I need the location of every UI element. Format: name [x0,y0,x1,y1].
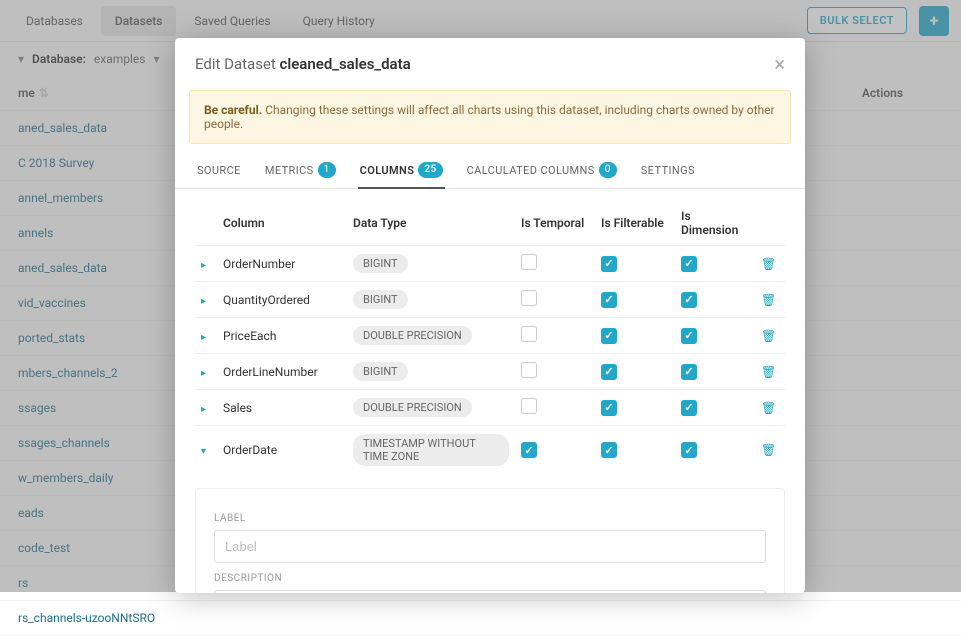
is-temporal-checkbox[interactable] [521,326,537,342]
tab-label: COLUMNS [360,164,415,177]
trash-icon[interactable]: 🗑 [761,329,776,343]
modal-title-name: cleaned_sales_data [280,55,411,73]
is-temporal-checkbox[interactable] [521,398,537,414]
tab-label: CALCULATED COLUMNS [467,164,595,177]
is-temporal-checkbox[interactable] [521,254,537,270]
is-filterable-checkbox[interactable] [601,400,617,416]
column-row: ▸ QuantityOrdered BIGINT 🗑 [195,282,785,318]
is-dimension-checkbox[interactable] [681,328,697,344]
column-name: QuantityOrdered [217,282,347,318]
caret-right-icon[interactable]: ▸ [201,404,211,415]
data-type-pill: BIGINT [353,254,408,273]
alert-text: Changing these settings will affect all … [204,103,775,131]
column-row: ▸ OrderNumber BIGINT 🗑 [195,246,785,282]
th-temporal: Is Temporal [515,201,595,246]
caret-right-icon[interactable]: ▸ [201,368,211,379]
columns-table: Column Data Type Is Temporal Is Filterab… [195,201,785,474]
modal-tabs: SOURCE METRICS 1 COLUMNS25 CALCULATED COLUMN… [175,154,805,189]
is-dimension-checkbox[interactable] [681,364,697,380]
tab-label: METRICS [265,164,314,177]
column-name: Sales [217,390,347,426]
modal-body: Column Data Type Is Temporal Is Filterab… [175,189,805,593]
data-type-pill: BIGINT [353,290,408,309]
is-temporal-checkbox[interactable] [521,442,537,458]
alert-strong: Be careful. [204,103,262,117]
is-filterable-checkbox[interactable] [601,292,617,308]
is-dimension-checkbox[interactable] [681,400,697,416]
column-row: ▸ OrderLineNumber BIGINT 🗑 [195,354,785,390]
is-filterable-checkbox[interactable] [601,328,617,344]
tab-label: SOURCE [197,164,241,177]
modal-header: Edit Dataset cleaned_sales_data × [175,38,805,82]
is-temporal-checkbox[interactable] [521,362,537,378]
modal-title-prefix: Edit Dataset [195,55,280,73]
data-type-pill: BIGINT [353,362,408,381]
trash-icon[interactable]: 🗑 [761,257,776,271]
tab-badge: 1 [318,162,336,178]
is-filterable-checkbox[interactable] [601,442,617,458]
is-temporal-checkbox[interactable] [521,290,537,306]
trash-icon[interactable]: 🗑 [761,443,776,457]
th-data-type: Data Type [347,201,515,246]
tab-settings[interactable]: SETTINGS [639,154,697,188]
caret-right-icon[interactable]: ▸ [201,296,211,307]
trash-icon[interactable]: 🗑 [761,365,776,379]
is-filterable-checkbox[interactable] [601,364,617,380]
description-field-label: DESCRIPTION [214,573,766,584]
column-row: ▾ OrderDateTIMESTAMP WITHOUT TIME ZONE 🗑 [195,426,785,475]
th-filterable: Is Filterable [595,201,675,246]
th-column: Column [217,201,347,246]
tab-label: SETTINGS [641,164,695,177]
label-field-label: LABEL [214,513,766,524]
label-input[interactable] [214,530,766,563]
tab-calculated-columns[interactable]: CALCULATED COLUMNS 0 [465,154,619,188]
data-type-pill: DOUBLE PRECISION [353,326,472,345]
edit-dataset-modal: Edit Dataset cleaned_sales_data × Be car… [175,38,805,593]
is-dimension-checkbox[interactable] [681,442,697,458]
is-dimension-checkbox[interactable] [681,292,697,308]
caret-down-icon[interactable]: ▾ [201,446,211,457]
th-dimension: Is Dimension [675,201,755,246]
tab-badge: 0 [599,162,617,178]
is-filterable-checkbox[interactable] [601,256,617,272]
trash-icon[interactable]: 🗑 [761,401,776,415]
close-icon[interactable]: × [774,54,785,74]
column-name: OrderDate [217,426,347,475]
trash-icon[interactable]: 🗑 [761,293,776,307]
caret-right-icon[interactable]: ▸ [201,260,211,271]
dataset-link[interactable]: rs_channels-uzooNNtSRO [0,601,961,636]
warning-alert: Be careful. Changing these settings will… [189,90,791,144]
modal-title: Edit Dataset cleaned_sales_data [195,55,411,73]
tab-source[interactable]: SOURCE [195,154,243,188]
column-row: ▸ PriceEach DOUBLE PRECISION 🗑 [195,318,785,354]
caret-right-icon[interactable]: ▸ [201,332,211,343]
column-row: ▸ Sales DOUBLE PRECISION 🗑 [195,390,785,426]
column-name: OrderNumber [217,246,347,282]
tab-badge: 25 [418,162,442,178]
is-dimension-checkbox[interactable] [681,256,697,272]
tab-metrics[interactable]: METRICS 1 [263,154,338,188]
data-type-pill: TIMESTAMP WITHOUT TIME ZONE [353,434,509,466]
data-type-pill: DOUBLE PRECISION [353,398,472,417]
tab-columns[interactable]: COLUMNS25 [358,154,445,188]
column-name: PriceEach [217,318,347,354]
column-name: OrderLineNumber [217,354,347,390]
column-detail-panel: LABEL DESCRIPTION DATETIME FORMAT ⓘ [195,488,785,593]
